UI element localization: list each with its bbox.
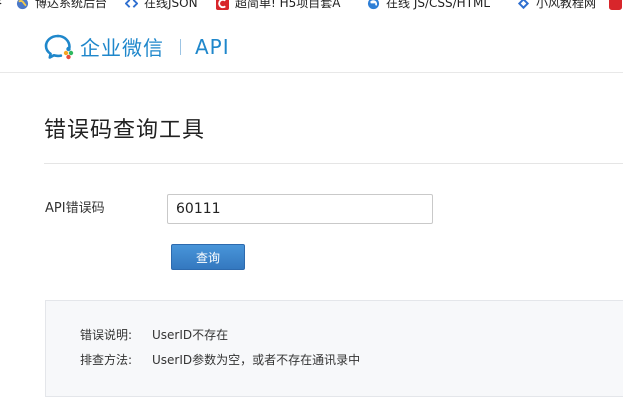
bookmark-item[interactable]: 在线JSON — [125, 0, 198, 12]
bookmark-cut-off[interactable]: 谷 — [0, 0, 2, 12]
result-row-description: 错误说明: UserID不存在 — [80, 327, 228, 343]
result-value: UserID参数为空，或者不存在通讯录中 — [152, 353, 361, 367]
bookmark-item[interactable]: 博达系统后台 — [16, 0, 107, 12]
title-divider — [44, 163, 623, 164]
result-label: 排查方法: — [80, 353, 133, 367]
bookmark-label: 在线JSON — [144, 0, 198, 10]
globe-icon — [16, 0, 29, 10]
red-c-icon — [216, 0, 229, 10]
site-header: 企业微信 API — [0, 12, 623, 73]
red-bookmark-icon — [609, 0, 622, 10]
brand-name: 企业微信 — [80, 36, 164, 60]
bookmarks-bar: 谷 博达系统后台 在线JSON 超简单! H5项目套A 在线 JS/CSS/HT… — [0, 0, 623, 12]
result-panel: 错误说明: UserID不存在 排查方法: UserID参数为空，或者不存在通讯… — [45, 300, 623, 397]
blue-diamond-icon — [517, 0, 530, 10]
bookmark-item[interactable]: 超简单! H5项目套A — [216, 0, 341, 12]
result-row-troubleshooting: 排查方法: UserID参数为空，或者不存在通讯录中 — [80, 352, 360, 368]
bookmark-label: 小风教程网 — [536, 0, 597, 10]
bookmark-overflow[interactable] — [609, 0, 623, 12]
site-logo[interactable]: 企业微信 API — [44, 32, 230, 61]
bookmark-label: 超简单! H5项目套A — [235, 0, 341, 10]
error-code-label: API错误码 — [45, 201, 105, 216]
page-title: 错误码查询工具 — [44, 118, 206, 143]
bookmark-label: 在线 JS/CSS/HTML — [386, 0, 491, 10]
blue-e-icon — [367, 0, 380, 10]
logo-divider — [180, 38, 181, 55]
error-code-input[interactable] — [167, 194, 433, 224]
query-button[interactable]: 查询 — [171, 244, 245, 270]
result-value: UserID不存在 — [152, 328, 229, 342]
bookmark-item[interactable]: 小风教程网 — [517, 0, 596, 12]
code-brackets-icon — [125, 0, 138, 8]
bookmark-label: 博达系统后台 — [35, 0, 108, 10]
wecom-logo-icon — [44, 34, 74, 59]
bookmark-item[interactable]: 在线 JS/CSS/HTML — [367, 0, 490, 12]
section-name: API — [195, 34, 230, 59]
result-label: 错误说明: — [80, 328, 133, 342]
